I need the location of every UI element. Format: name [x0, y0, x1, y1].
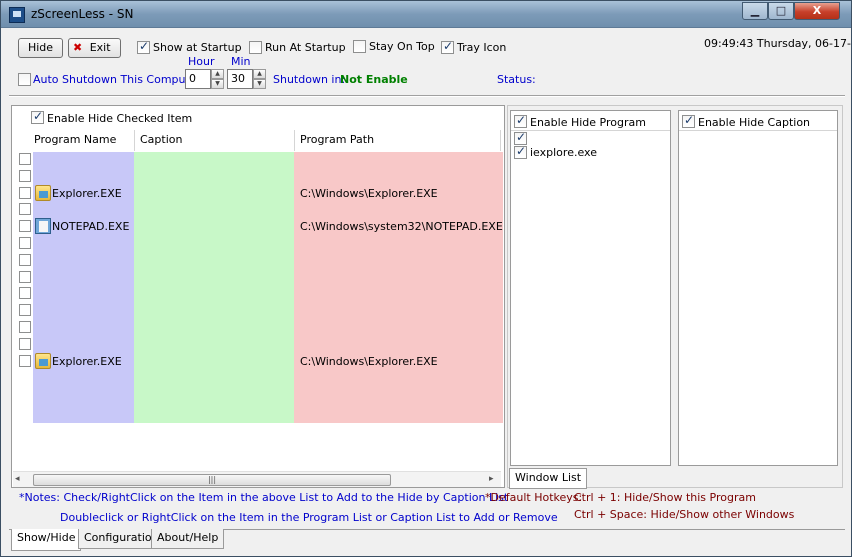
close-button[interactable]: X: [794, 2, 840, 20]
auto-shutdown-checkbox[interactable]: [18, 73, 31, 86]
enable-hide-program-checkbox[interactable]: [514, 113, 527, 128]
window-title: zScreenLess - SN: [31, 7, 134, 21]
min-down-button[interactable]: ▼: [253, 79, 266, 89]
row-program-name[interactable]: NOTEPAD.EXE: [52, 220, 129, 233]
row-checkbox[interactable]: [19, 304, 31, 316]
scroll-right-arrow[interactable]: ▸: [489, 474, 494, 484]
run-at-startup-label: Run At Startup: [265, 41, 346, 54]
row-checkbox[interactable]: [19, 237, 31, 249]
row-checkbox[interactable]: [19, 338, 31, 350]
row-checkbox[interactable]: [19, 187, 31, 199]
tab-show-hide[interactable]: Show/Hide: [11, 529, 82, 551]
notepad-icon: [35, 218, 51, 234]
note-line-2: Doubleclick or RightClick on the Item in…: [60, 511, 558, 524]
hotkey-hide-show-others: Ctrl + Space: Hide/Show other Windows: [574, 508, 795, 521]
horizontal-scrollbar[interactable]: ◂ ||| ▸: [13, 471, 501, 487]
app-icon: [9, 7, 25, 23]
row-checkbox[interactable]: [19, 170, 31, 182]
scroll-left-arrow[interactable]: ◂: [15, 474, 20, 484]
row-checkbox[interactable]: [19, 153, 31, 165]
hide-program-item-label: iexplore.exe: [530, 146, 597, 159]
shutdown-in-value: Not Enable: [340, 73, 408, 86]
hide-button[interactable]: Hide: [18, 38, 63, 58]
exit-icon: ✖: [73, 41, 83, 54]
note-line-1: *Notes: Check/RightClick on the Item in …: [19, 491, 509, 504]
row-program-path[interactable]: C:\Windows\Explorer.EXE: [300, 355, 438, 368]
row-checkbox[interactable]: [19, 271, 31, 283]
explorer-icon: [35, 185, 51, 201]
row-program-name[interactable]: Explorer.EXE: [52, 187, 122, 200]
min-up-button[interactable]: ▲: [253, 69, 266, 79]
enable-hide-checked-label: Enable Hide Checked Item: [47, 112, 193, 125]
caption-column: [134, 152, 294, 423]
row-checkbox[interactable]: [19, 355, 31, 367]
separator: [9, 95, 845, 97]
hour-input[interactable]: 0: [185, 69, 211, 89]
scroll-thumb[interactable]: |||: [33, 474, 391, 486]
enable-hide-caption-label: Enable Hide Caption: [698, 116, 811, 129]
hide-caption-list: [678, 110, 838, 466]
tray-icon-label: Tray Icon: [457, 41, 507, 54]
run-at-startup-checkbox[interactable]: [249, 41, 262, 54]
status-label: Status:: [497, 73, 536, 86]
tab-window-list[interactable]: Window List: [509, 468, 588, 489]
auto-shutdown-label: Auto Shutdown This Computer: [33, 73, 202, 86]
maximize-button[interactable]: □: [768, 2, 794, 20]
hour-down-button[interactable]: ▼: [211, 79, 224, 89]
row-program-name[interactable]: Explorer.EXE: [52, 355, 122, 368]
min-input[interactable]: 30: [227, 69, 253, 89]
tab-about-help[interactable]: About/Help: [151, 529, 225, 549]
explorer-icon: [35, 353, 51, 369]
clock: 09:49:43 Thursday, 06-17-10: [704, 37, 852, 50]
tray-icon-checkbox[interactable]: [441, 39, 454, 54]
row-checkbox[interactable]: [19, 254, 31, 266]
row-program-path[interactable]: C:\Windows\Explorer.EXE: [300, 187, 438, 200]
hour-up-button[interactable]: ▲: [211, 69, 224, 79]
shutdown-in-label: Shutdown in:: [273, 73, 346, 86]
stay-on-top-label: Stay On Top: [369, 40, 435, 53]
hide-program-item-checkbox[interactable]: [514, 144, 527, 159]
hide-program-list: [510, 110, 671, 466]
hotkeys-label: *Default Hotkeys:: [485, 491, 583, 504]
column-header-program-path[interactable]: Program Path: [295, 130, 501, 151]
row-checkbox[interactable]: [19, 220, 31, 232]
title-bar[interactable]: zScreenLess - SN ▁ □ X: [1, 1, 851, 28]
app-window: zScreenLess - SN ▁ □ X Hide ✖ Exit Show …: [0, 0, 852, 557]
hour-label: Hour: [188, 55, 215, 68]
stay-on-top-checkbox[interactable]: [353, 40, 366, 53]
column-header-caption[interactable]: Caption: [135, 130, 295, 151]
exit-label: Exit: [89, 41, 111, 54]
exit-button[interactable]: ✖ Exit: [68, 38, 121, 58]
column-header-program-name[interactable]: Program Name: [29, 130, 135, 151]
enable-hide-checked-checkbox[interactable]: [31, 109, 44, 124]
row-checkbox[interactable]: [19, 321, 31, 333]
row-checkbox[interactable]: [19, 287, 31, 299]
row-checkbox[interactable]: [19, 203, 31, 215]
enable-hide-caption-checkbox[interactable]: [682, 113, 695, 128]
hotkey-hide-show-program: Ctrl + 1: Hide/Show this Program: [574, 491, 756, 504]
show-at-startup-checkbox[interactable]: [137, 39, 150, 54]
show-at-startup-label: Show at Startup: [153, 41, 242, 54]
row-program-path[interactable]: C:\Windows\system32\NOTEPAD.EXE: [300, 220, 503, 233]
min-label: Min: [231, 55, 251, 68]
minimize-button[interactable]: ▁: [742, 2, 768, 20]
enable-hide-program-label: Enable Hide Program: [530, 116, 646, 129]
